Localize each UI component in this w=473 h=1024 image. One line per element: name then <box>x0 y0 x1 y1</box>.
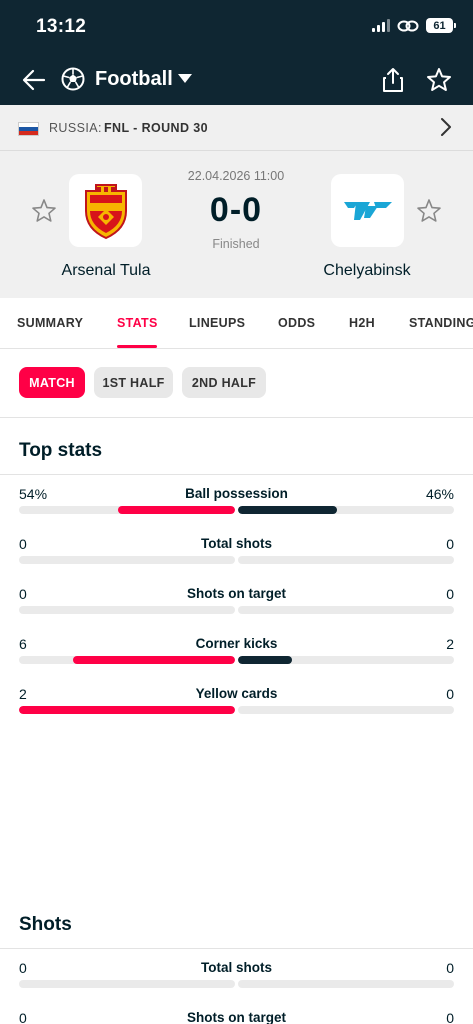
chip-1st-half[interactable]: 1ST HALF <box>94 367 173 398</box>
league-bar[interactable]: RUSSIA: FNL - ROUND 30 <box>0 105 473 151</box>
section-title-top-stats: Top stats <box>19 440 103 461</box>
tab-stats[interactable]: STATS <box>117 316 158 330</box>
home-bar-track <box>19 506 235 514</box>
russia-flag-icon <box>18 122 39 136</box>
home-bar-fill <box>118 506 235 514</box>
active-tab-indicator <box>117 345 157 348</box>
stat-away-value: 46% <box>425 486 454 502</box>
match-score: 0-0 <box>209 191 263 229</box>
arsenal-tula-crest-icon <box>84 183 127 239</box>
section-divider <box>0 474 473 475</box>
league-country: RUSSIA: <box>49 121 102 135</box>
away-favorite-star-icon[interactable] <box>416 198 442 224</box>
stat-row-yellow-cards: 2 Yellow cards 0 <box>0 686 473 726</box>
stat-away-value: 0 <box>446 586 454 602</box>
away-bar-track <box>238 980 454 988</box>
away-bar-fill <box>238 656 292 664</box>
home-bar-track <box>19 980 235 988</box>
away-team-name[interactable]: Chelyabinsk <box>287 262 447 280</box>
stat-label: Corner kicks <box>195 636 278 651</box>
caret-down-icon[interactable] <box>178 74 192 84</box>
home-favorite-star-icon[interactable] <box>31 198 57 224</box>
chip-2nd-half[interactable]: 2ND HALF <box>182 367 266 398</box>
stat-row-total-shots: 0 Total shots 0 <box>0 960 473 1000</box>
stat-row-total-shots: 0 Total shots 0 <box>0 536 473 576</box>
home-team-logo[interactable] <box>69 174 142 247</box>
match-date: 22.04.2026 11:00 <box>187 169 285 183</box>
sport-title[interactable]: Football <box>95 68 173 91</box>
battery-indicator: 61 <box>426 18 456 33</box>
section-divider <box>0 948 473 949</box>
match-status: Finished <box>212 237 260 251</box>
tab-summary[interactable]: SUMMARY <box>17 316 83 330</box>
stat-label: Shots on target <box>186 586 286 601</box>
stat-label: Ball possession <box>185 486 288 501</box>
stat-row-ball-possession: 54% Ball possession 46% <box>0 486 473 526</box>
tab-odds[interactable]: ODDS <box>278 316 315 330</box>
away-bar-track <box>238 706 454 714</box>
stat-away-value: 0 <box>446 960 454 976</box>
stat-row-shots-on-target: 0 Shots on target 0 <box>0 586 473 626</box>
status-icons: 61 <box>372 18 456 33</box>
tab-h2h[interactable]: H2H <box>349 316 375 330</box>
stat-away-value: 0 <box>446 686 454 702</box>
tab-standings[interactable]: STANDINGS <box>409 316 473 330</box>
chip-match[interactable]: MATCH <box>19 367 85 398</box>
away-team-logo[interactable] <box>331 174 404 247</box>
link-icon <box>397 20 419 31</box>
signal-icon <box>372 19 390 32</box>
stat-away-value: 0 <box>446 536 454 552</box>
away-bar-fill <box>238 506 338 514</box>
status-time: 13:12 <box>36 16 87 37</box>
away-bar-track <box>238 656 454 664</box>
home-bar-track <box>19 556 235 564</box>
home-bar-track <box>19 606 235 614</box>
home-bar-fill <box>19 706 235 714</box>
stat-away-value: 0 <box>446 1010 454 1024</box>
favorite-star-icon[interactable] <box>425 66 453 94</box>
away-bar-track <box>238 556 454 564</box>
home-bar-track <box>19 656 235 664</box>
stat-row-corner-kicks: 6 Corner kicks 2 <box>0 636 473 676</box>
away-bar-track <box>238 606 454 614</box>
home-bar-fill <box>73 656 235 664</box>
chevron-right-icon[interactable] <box>440 117 452 137</box>
stat-away-value: 2 <box>446 636 454 652</box>
away-bar-track <box>238 506 454 514</box>
match-tabs: SUMMARY STATS LINEUPS ODDS H2H STANDINGS <box>0 298 473 349</box>
back-arrow-icon[interactable] <box>20 66 48 94</box>
stat-row-shots-on-target: 0 Shots on target 0 <box>0 1010 473 1024</box>
home-bar-track <box>19 706 235 714</box>
home-team-name[interactable]: Arsenal Tula <box>26 262 186 280</box>
share-icon[interactable] <box>380 66 406 94</box>
tab-lineups[interactable]: LINEUPS <box>189 316 245 330</box>
match-header: Arsenal Tula 22.04.2026 11:00 0-0 Finish… <box>0 151 473 298</box>
stat-label: Total shots <box>200 536 272 551</box>
period-filter: MATCH 1ST HALF 2ND HALF <box>0 349 473 418</box>
section-title-shots: Shots <box>19 914 72 935</box>
league-round: FNL - ROUND 30 <box>104 121 208 135</box>
stat-label: Shots on target <box>186 1010 286 1024</box>
football-icon <box>61 67 85 91</box>
stat-label: Total shots <box>200 960 272 975</box>
top-app-bar: 13:12 61 Football <box>0 0 473 105</box>
chelyabinsk-logo-icon <box>343 201 392 220</box>
stat-label: Yellow cards <box>195 686 278 701</box>
